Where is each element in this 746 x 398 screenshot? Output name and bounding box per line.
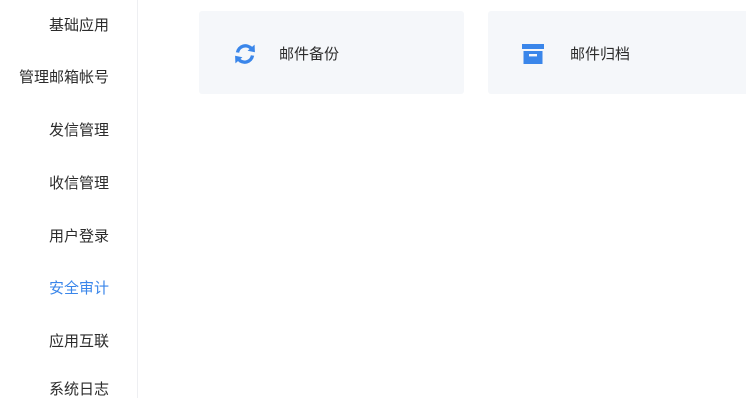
archive-box-icon [522, 44, 544, 64]
card-mail-archive[interactable]: 邮件归档 [488, 11, 746, 94]
page: 基础应用 管理邮箱帐号 发信管理 收信管理 用户登录 安全审计 应用互联 系统日… [0, 0, 746, 398]
sidebar-item-app-interconnect[interactable]: 应用互联 [49, 331, 109, 351]
sidebar-item-system-log[interactable]: 系统日志 [49, 379, 109, 398]
sidebar-item-security-audit[interactable]: 安全审计 [49, 278, 109, 298]
sidebar-nav: 基础应用 管理邮箱帐号 发信管理 收信管理 用户登录 安全审计 应用互联 系统日… [0, 0, 138, 398]
card-label-mail-archive: 邮件归档 [570, 45, 631, 63]
refresh-icon [235, 44, 255, 64]
sidebar-item-outgoing-management[interactable]: 发信管理 [49, 120, 109, 140]
sidebar-item-manage-mail-accounts[interactable]: 管理邮箱帐号 [19, 67, 109, 87]
sidebar-item-basic-apps[interactable]: 基础应用 [49, 15, 109, 35]
card-mail-backup[interactable]: 邮件备份 [199, 11, 464, 94]
sidebar-item-user-login[interactable]: 用户登录 [49, 226, 109, 246]
sidebar-item-incoming-management[interactable]: 收信管理 [49, 173, 109, 193]
card-label-mail-backup: 邮件备份 [279, 45, 340, 63]
